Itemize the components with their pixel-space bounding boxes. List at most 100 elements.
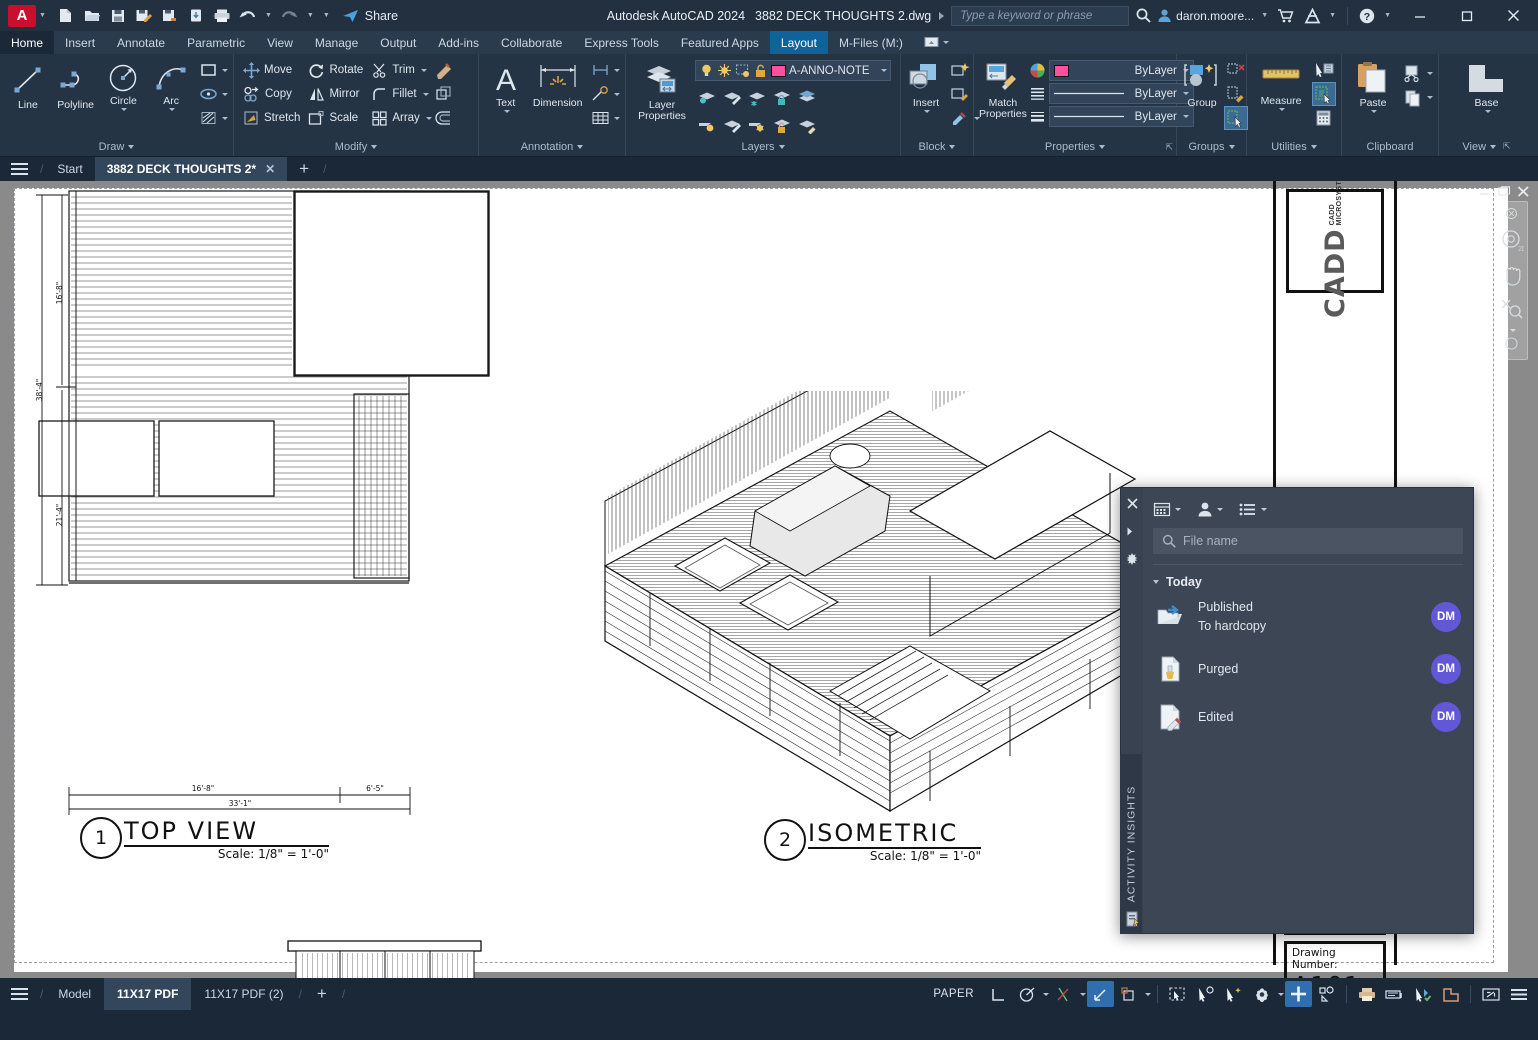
search-input[interactable]: Type a keyword or phrase	[951, 6, 1129, 26]
layer-color-swatch[interactable]	[771, 65, 786, 77]
tab-start[interactable]: Start	[45, 157, 94, 181]
layer-off-icon[interactable]	[695, 113, 719, 137]
autocad-logo[interactable]: A	[8, 5, 36, 27]
trim-chevron-down-icon[interactable]	[421, 69, 427, 72]
panel-properties-title[interactable]: Properties ⇱	[974, 137, 1176, 156]
customize-icon[interactable]: ▼	[323, 12, 330, 19]
avatar[interactable]: DM	[1431, 702, 1461, 732]
palette-search-input[interactable]: File name	[1153, 528, 1463, 554]
autodesk-app-icon[interactable]	[1300, 4, 1324, 28]
user-account-button[interactable]: daron.moore... ▼	[1157, 8, 1272, 23]
layer-turn-all-on-icon[interactable]	[720, 113, 744, 137]
view-chevron-down-icon[interactable]	[1490, 145, 1496, 149]
isolate-objects-icon[interactable]	[1437, 981, 1464, 1007]
layer-unlock-all-icon[interactable]	[770, 113, 794, 137]
calculator-icon[interactable]	[1312, 106, 1336, 130]
layer-chevron-down-icon[interactable]	[881, 69, 887, 72]
activity-item-edited[interactable]: Edited DM	[1153, 693, 1463, 741]
tab-annotate[interactable]: Annotate	[106, 31, 176, 54]
panel-draw-title[interactable]: Draw	[0, 137, 233, 156]
palette-group-header[interactable]: Today	[1153, 564, 1463, 589]
plot-status-icon[interactable]	[1353, 981, 1380, 1007]
group-edit-icon[interactable]	[1224, 82, 1248, 106]
list-filter-icon[interactable]	[1239, 501, 1267, 518]
share-button[interactable]: Share	[342, 8, 398, 23]
activity-insights-palette[interactable]: File name Today Published To hardcopy DM…	[1120, 487, 1474, 934]
user-chevron-down-icon[interactable]: ▼	[1261, 12, 1268, 19]
layer-make-current-icon[interactable]	[795, 85, 819, 109]
panel-view-title[interactable]: View ⇱	[1439, 137, 1534, 156]
tab-collaborate[interactable]: Collaborate	[490, 31, 573, 54]
quick-select-icon[interactable]	[1312, 58, 1336, 82]
hatch-chevron-down-icon[interactable]	[222, 117, 228, 120]
table-chevron-down-icon[interactable]	[614, 117, 620, 120]
tab-insert[interactable]: Insert	[54, 31, 106, 54]
maximize-button[interactable]	[1444, 0, 1489, 31]
tool-rotate[interactable]: Rotate	[304, 58, 367, 82]
groups-chevron-down-icon[interactable]	[1229, 145, 1235, 149]
block-chevron-down-icon[interactable]	[949, 145, 955, 149]
text-chevron-down-icon[interactable]	[504, 110, 510, 113]
ellipse-icon[interactable]	[196, 82, 220, 106]
linear-dim-icon[interactable]	[588, 58, 612, 82]
document-menu-icon[interactable]	[0, 157, 38, 181]
table-icon[interactable]	[588, 106, 612, 130]
layout-menu-icon[interactable]	[0, 987, 38, 1001]
linear-dim-chevron-down-icon[interactable]	[614, 69, 620, 72]
erase-icon[interactable]	[432, 58, 456, 82]
viewport-lock-icon[interactable]	[1381, 981, 1408, 1007]
group-chevron-down-icon[interactable]	[1153, 580, 1159, 584]
tool-array[interactable]: Array	[367, 106, 423, 130]
avatar[interactable]: DM	[1431, 602, 1461, 632]
tool-line[interactable]: Line	[5, 58, 51, 111]
tool-paste[interactable]: Paste	[1347, 58, 1399, 113]
edit-attribute-icon[interactable]	[948, 106, 972, 130]
hatch-icon[interactable]	[196, 106, 220, 130]
save-icon[interactable]	[106, 4, 130, 28]
help-icon[interactable]: ?	[1355, 4, 1379, 28]
base-chevron-down-icon[interactable]	[1485, 110, 1491, 113]
utilities-chevron-down-icon[interactable]	[1311, 145, 1317, 149]
group-selection-icon[interactable]	[1224, 106, 1248, 130]
undo-icon[interactable]	[236, 4, 260, 28]
navigation-bar[interactable]: 2D	[1495, 201, 1528, 360]
offset-icon[interactable]	[432, 106, 456, 130]
tool-mirror[interactable]: Mirror	[304, 82, 367, 106]
draw-chevron-down-icon[interactable]	[128, 145, 134, 149]
panel-utilities-title[interactable]: Utilities	[1247, 137, 1341, 156]
tool-match-properties[interactable]: MatchProperties	[979, 58, 1027, 120]
modify-chevron-down-icon[interactable]	[371, 145, 377, 149]
tool-text[interactable]: A Text	[484, 58, 527, 113]
layer-match-icon[interactable]	[795, 113, 819, 137]
tool-fillet[interactable]: Fillet	[367, 82, 420, 106]
tool-dimension[interactable]: Dimension	[529, 58, 586, 109]
layer-lock-icon[interactable]	[770, 85, 794, 109]
panel-layers-title[interactable]: Layers	[626, 137, 900, 156]
orbit-icon[interactable]	[1505, 337, 1518, 355]
ucs-chevron-down-icon[interactable]	[1145, 993, 1151, 996]
copy-clip-chevron-down-icon[interactable]	[1427, 96, 1433, 99]
drawing-close-icon[interactable]	[1517, 184, 1530, 202]
leader-chevron-down-icon[interactable]	[614, 93, 620, 96]
calendar-chevron-down-icon[interactable]	[1175, 508, 1181, 511]
minimize-button[interactable]	[1397, 0, 1442, 31]
cut-icon[interactable]	[1401, 61, 1425, 85]
search-expand-icon[interactable]	[939, 12, 944, 20]
plot-icon[interactable]	[210, 4, 234, 28]
measure-chevron-down-icon[interactable]	[1279, 108, 1285, 111]
tool-move[interactable]: Move	[239, 58, 304, 82]
tab-drawing[interactable]: 3882 DECK THOUGHTS 2* ✕	[95, 157, 287, 181]
rectangle-icon[interactable]	[196, 58, 220, 82]
workspace-switch-icon[interactable]	[1285, 981, 1312, 1007]
tab-model[interactable]: Model	[45, 978, 104, 1010]
ungroup-icon[interactable]	[1224, 58, 1248, 82]
annotation-scale-chevron-down-icon[interactable]	[1278, 993, 1284, 996]
tool-polyline[interactable]: Polyline	[53, 58, 99, 111]
tool-layer-properties[interactable]: LayerProperties	[631, 58, 693, 122]
panel-annotation-title[interactable]: Annotation	[479, 137, 625, 156]
tool-insert[interactable]: Insert	[906, 58, 946, 113]
current-layer-combo[interactable]: A-ANNO-NOTE	[695, 60, 891, 81]
panel-groups-title[interactable]: Groups	[1177, 137, 1246, 156]
tab-close-icon[interactable]: ✕	[265, 162, 275, 176]
color-combo[interactable]: ByLayer	[1049, 60, 1194, 81]
